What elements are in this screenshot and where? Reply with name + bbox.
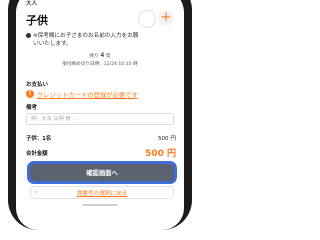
memo-label: 備考	[26, 105, 38, 111]
remaining-suffix: 席	[105, 54, 111, 59]
remaining-seats: 残り 4 席	[16, 52, 184, 59]
total-row: 合計金額 500 円	[26, 149, 176, 159]
total-label: 合計金額	[26, 151, 48, 157]
total-price: 500 円	[145, 149, 176, 159]
payment-row: ! クレジットカードの登録が必要です	[26, 89, 176, 99]
note-line-2: いいたします。	[33, 41, 72, 47]
payment-label: お支払い	[26, 82, 49, 88]
remaining-count: 4	[100, 52, 105, 59]
confirm-button-label: 確認画面へ	[86, 170, 118, 177]
minus-icon[interactable]	[138, 10, 156, 28]
memo-input[interactable]	[26, 113, 174, 125]
child-count-label: 子供：1名	[26, 136, 52, 142]
remaining-prefix: 残り	[89, 54, 99, 59]
child-ticket-row: 子供 +	[26, 10, 176, 28]
home-indicator	[82, 204, 118, 206]
child-price: 500 円	[157, 136, 176, 142]
bullet-icon	[26, 33, 31, 38]
child-title: 子供	[26, 14, 48, 27]
back-button-label: 席番号の選択に戻る	[76, 190, 128, 197]
plus-icon[interactable]: +	[158, 10, 174, 26]
alert-icon: !	[26, 90, 34, 98]
note-line-1: ※保考欄にお子さまのお名前の入力をお願	[33, 33, 139, 39]
back-button[interactable]: ‹ 席番号の選択に戻る	[30, 186, 174, 199]
confirm-button[interactable]: 確認画面へ	[30, 164, 174, 181]
app-screen: 大人 子供 + ※保考欄にお子さまのお名前の入力をお願 いいたします。 残り 4…	[16, 0, 184, 230]
child-name-note: ※保考欄にお子さまのお名前の入力をお願 いいたします。	[26, 32, 176, 48]
chevron-left-icon: ‹	[35, 188, 38, 196]
adult-label: 大人	[26, 1, 38, 7]
deadline-text: 受付締め切り日時：12/24 10:10 時	[62, 62, 138, 67]
child-price-row: 子供：1名 500 円	[26, 134, 176, 144]
credit-card-link[interactable]: クレジットカードの登録が必要です	[37, 90, 138, 99]
